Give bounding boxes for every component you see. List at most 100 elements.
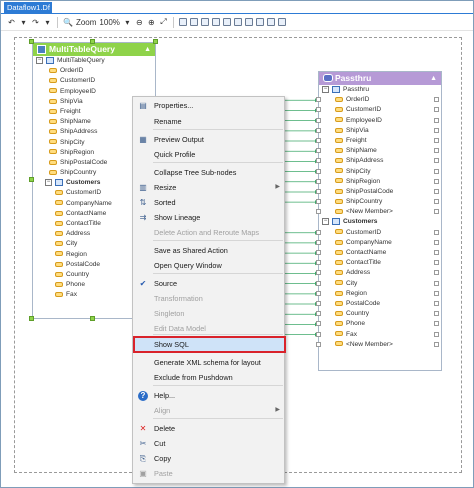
field-row[interactable]: <New Member>	[316, 340, 441, 350]
zoom-icon[interactable]: 🔍	[63, 17, 73, 28]
menu-item-resize[interactable]: ▥ Resize ▶	[134, 180, 285, 195]
field-row[interactable]: Freight	[316, 136, 441, 146]
layout-icon[interactable]	[178, 18, 187, 26]
output-port[interactable]	[434, 199, 439, 205]
input-port[interactable]	[316, 239, 321, 245]
node-header[interactable]: MultiTableQuery ▲	[33, 43, 155, 56]
menu-item-paste[interactable]: ▣ Paste	[134, 466, 285, 481]
menu-item-delete-action-and-reroute-maps[interactable]: Delete Action and Reroute Maps	[134, 225, 285, 240]
menu-item-properties[interactable]: ▤ Properties...	[134, 98, 285, 113]
field-row[interactable]: ShipVia	[316, 126, 441, 136]
resize-handle[interactable]	[29, 39, 34, 44]
menu-item-collapse-tree-sub-nodes[interactable]: Collapse Tree Sub-nodes	[134, 165, 285, 180]
input-port[interactable]	[316, 137, 321, 143]
input-port[interactable]	[316, 311, 321, 317]
field-row[interactable]: ShipName	[316, 146, 441, 156]
collapse-tree-icon[interactable]: −	[36, 56, 43, 64]
arrange-icon[interactable]	[222, 18, 231, 26]
field-row[interactable]: Country	[316, 309, 441, 319]
dropdown-icon[interactable]: ▾	[19, 17, 28, 28]
undo-icon[interactable]: ↶	[7, 17, 16, 28]
zoom-in-icon[interactable]: ⊕	[147, 17, 156, 28]
output-port[interactable]	[434, 107, 439, 113]
field-row[interactable]: Fax	[316, 330, 441, 340]
input-port[interactable]	[316, 280, 321, 286]
field-row[interactable]: CustomerID	[316, 105, 441, 115]
menu-item-exclude-from-pushdown[interactable]: Exclude from Pushdown	[134, 370, 285, 385]
menu-item-help[interactable]: ? Help...	[134, 388, 285, 403]
input-port[interactable]	[316, 270, 321, 276]
zoom-out-icon[interactable]: ⊖	[135, 17, 144, 28]
output-port[interactable]	[434, 341, 439, 347]
node-subheader[interactable]: − Passthru	[319, 85, 441, 95]
menu-item-open-query-window[interactable]: Open Query Window	[134, 258, 285, 273]
resize-handle[interactable]	[90, 316, 95, 321]
field-row[interactable]: Phone	[316, 319, 441, 329]
output-port[interactable]	[434, 260, 439, 266]
menu-item-align[interactable]: Align ▶	[134, 403, 285, 418]
collapse-tree-icon[interactable]: −	[45, 179, 52, 186]
input-port[interactable]	[316, 97, 321, 103]
field-row[interactable]: PostalCode	[316, 299, 441, 309]
resize-handle[interactable]	[29, 177, 34, 182]
output-port[interactable]	[434, 270, 439, 276]
input-port[interactable]	[316, 300, 321, 306]
field-row[interactable]: CustomerID	[33, 76, 155, 86]
output-port[interactable]	[434, 188, 439, 194]
menu-item-edit-data-model[interactable]: Edit Data Model	[134, 321, 285, 336]
output-port[interactable]	[434, 311, 439, 317]
input-port[interactable]	[316, 127, 321, 133]
output-port[interactable]	[434, 178, 439, 184]
order-icon[interactable]	[255, 18, 264, 26]
field-row[interactable]: ShipPostalCode	[316, 187, 441, 197]
field-row[interactable]: EmployeeID	[316, 116, 441, 126]
node-subheader[interactable]: − MultiTableQuery	[33, 56, 155, 66]
input-port[interactable]	[316, 168, 321, 174]
output-port[interactable]	[434, 209, 439, 215]
collapse-tree-icon[interactable]: −	[322, 218, 329, 226]
output-port[interactable]	[434, 168, 439, 174]
field-row[interactable]: OrderID	[33, 66, 155, 76]
collapse-icon[interactable]: ▲	[430, 72, 437, 85]
zoom-value[interactable]: 100%	[99, 17, 119, 28]
menu-item-delete[interactable]: ✕ Delete	[134, 421, 285, 436]
menu-item-quick-profile[interactable]: Quick Profile	[134, 147, 285, 162]
output-port[interactable]	[434, 117, 439, 123]
menu-item-rename[interactable]: Rename	[134, 114, 285, 129]
menu-item-save-as-shared-action[interactable]: Save as Shared Action	[134, 243, 285, 258]
output-port[interactable]	[434, 280, 439, 286]
fit-icon[interactable]: ⤢	[159, 17, 168, 28]
input-port[interactable]	[316, 321, 321, 327]
menu-item-cut[interactable]: ✂ Cut	[134, 436, 285, 451]
output-port[interactable]	[434, 331, 439, 337]
input-port[interactable]	[316, 250, 321, 255]
output-port[interactable]	[434, 137, 439, 143]
output-port[interactable]	[434, 321, 439, 327]
input-port[interactable]	[316, 158, 321, 164]
menu-item-source[interactable]: ✔ Source	[134, 276, 285, 291]
field-row[interactable]: Region	[316, 289, 441, 299]
group-icon[interactable]	[233, 18, 242, 26]
design-canvas[interactable]: MultiTableQuery ▲ − MultiTableQuery Order…	[1, 31, 473, 487]
dropdown-icon[interactable]: ▾	[43, 17, 52, 28]
output-port[interactable]	[434, 148, 439, 154]
output-port[interactable]	[434, 158, 439, 164]
output-port[interactable]	[434, 300, 439, 306]
input-port[interactable]	[316, 209, 321, 215]
menu-item-show-lineage[interactable]: ⇉ Show Lineage	[134, 210, 285, 225]
input-port[interactable]	[316, 331, 321, 337]
input-port[interactable]	[316, 148, 321, 154]
align-icon[interactable]	[200, 18, 209, 26]
field-row[interactable]: OrderID	[316, 95, 441, 105]
collapse-tree-icon[interactable]: −	[322, 85, 329, 93]
field-row[interactable]: City	[316, 279, 441, 289]
passthru-node[interactable]: Passthru ▲ − Passthru OrderID CustomerID Em…	[316, 71, 442, 371]
menu-item-sorted[interactable]: ⇅ Sorted	[134, 195, 285, 210]
grid-icon[interactable]	[189, 18, 198, 26]
output-port[interactable]	[434, 229, 439, 235]
redo-icon[interactable]: ↷	[31, 17, 40, 28]
field-row[interactable]: ShipCity	[316, 167, 441, 177]
field-row[interactable]: <New Member>	[316, 207, 441, 217]
input-port[interactable]	[316, 229, 321, 235]
menu-item-show-sql[interactable]: Show SQL	[133, 336, 286, 353]
